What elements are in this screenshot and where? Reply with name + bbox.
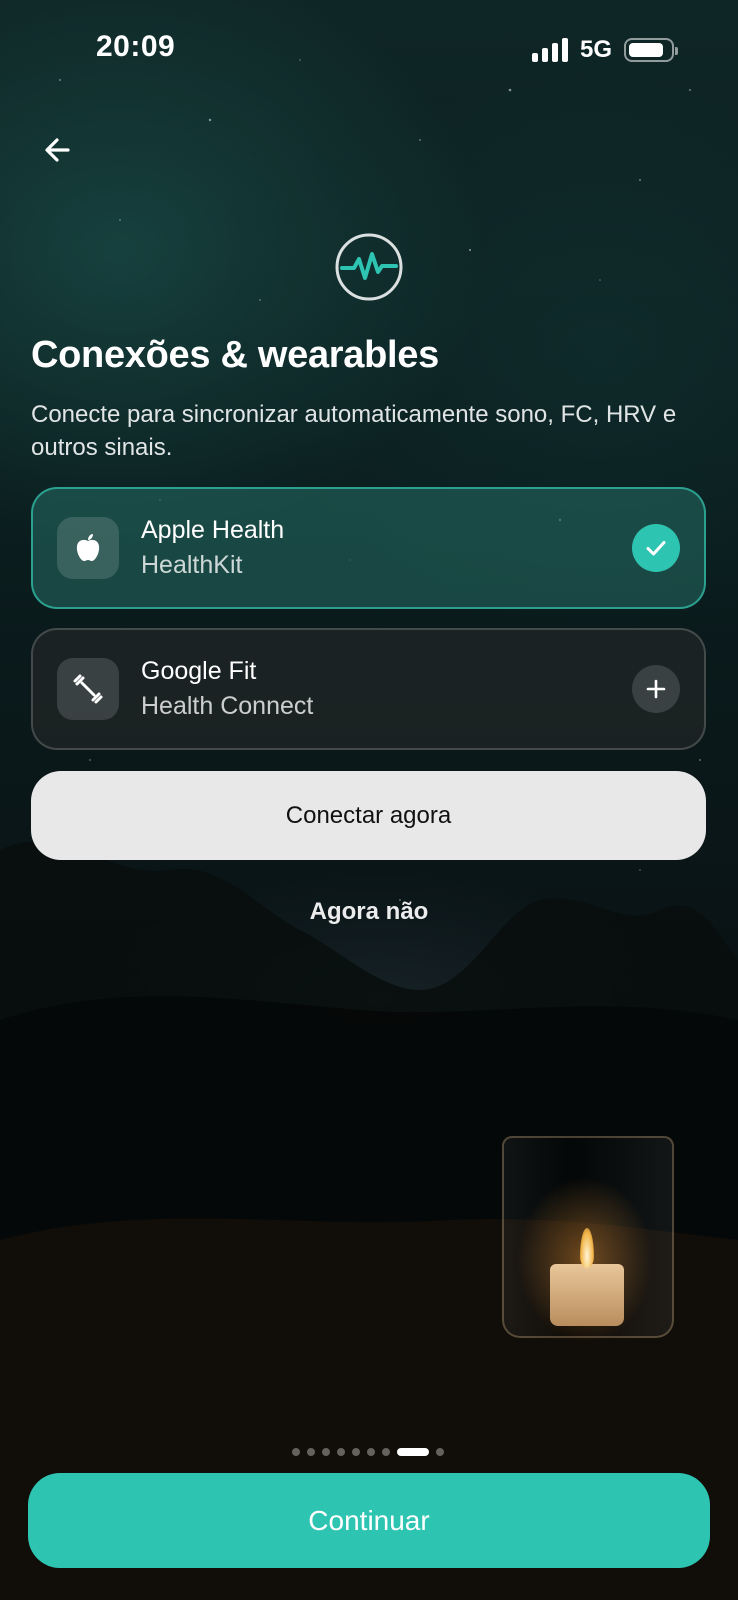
status-time: 20:09: [96, 30, 176, 63]
cellular-signal-icon: [531, 38, 568, 62]
connect-now-button[interactable]: Conectar agora: [31, 771, 706, 860]
connection-name: Google Fit: [141, 657, 257, 685]
battery-icon: [624, 38, 678, 62]
connection-card-google-fit[interactable]: Google Fit Health Connect: [31, 628, 706, 750]
page-dot: [322, 1448, 330, 1456]
connection-provider: Health Connect: [141, 692, 314, 720]
page-dot-active: [397, 1448, 429, 1456]
check-icon[interactable]: [632, 524, 680, 572]
status-icons: 5G: [531, 36, 678, 64]
plus-icon[interactable]: [632, 665, 680, 713]
pagination-dots: [292, 1448, 444, 1456]
page-dot: [337, 1448, 345, 1456]
page-dot: [292, 1448, 300, 1456]
heartbeat-pulse-icon: [334, 232, 404, 302]
page-subtitle: Conecte para sincronizar automaticamente…: [31, 401, 677, 461]
page-dot: [436, 1448, 444, 1456]
connection-provider: HealthKit: [141, 551, 243, 579]
apple-icon: [57, 517, 119, 579]
candle: [550, 1264, 624, 1326]
network-type: 5G: [579, 36, 612, 63]
continue-button[interactable]: Continuar: [28, 1473, 710, 1568]
dumbbell-icon: [57, 658, 119, 720]
page-dot: [352, 1448, 360, 1456]
connection-card-apple-health[interactable]: Apple Health HealthKit: [31, 487, 706, 609]
connection-name: Apple Health: [141, 516, 285, 544]
arrow-left-icon[interactable]: [38, 130, 78, 170]
page-dot: [382, 1448, 390, 1456]
not-now-link[interactable]: Agora não: [0, 898, 738, 926]
page-title: Conexões & wearables: [31, 334, 439, 376]
page-dot: [307, 1448, 315, 1456]
page-dot: [367, 1448, 375, 1456]
